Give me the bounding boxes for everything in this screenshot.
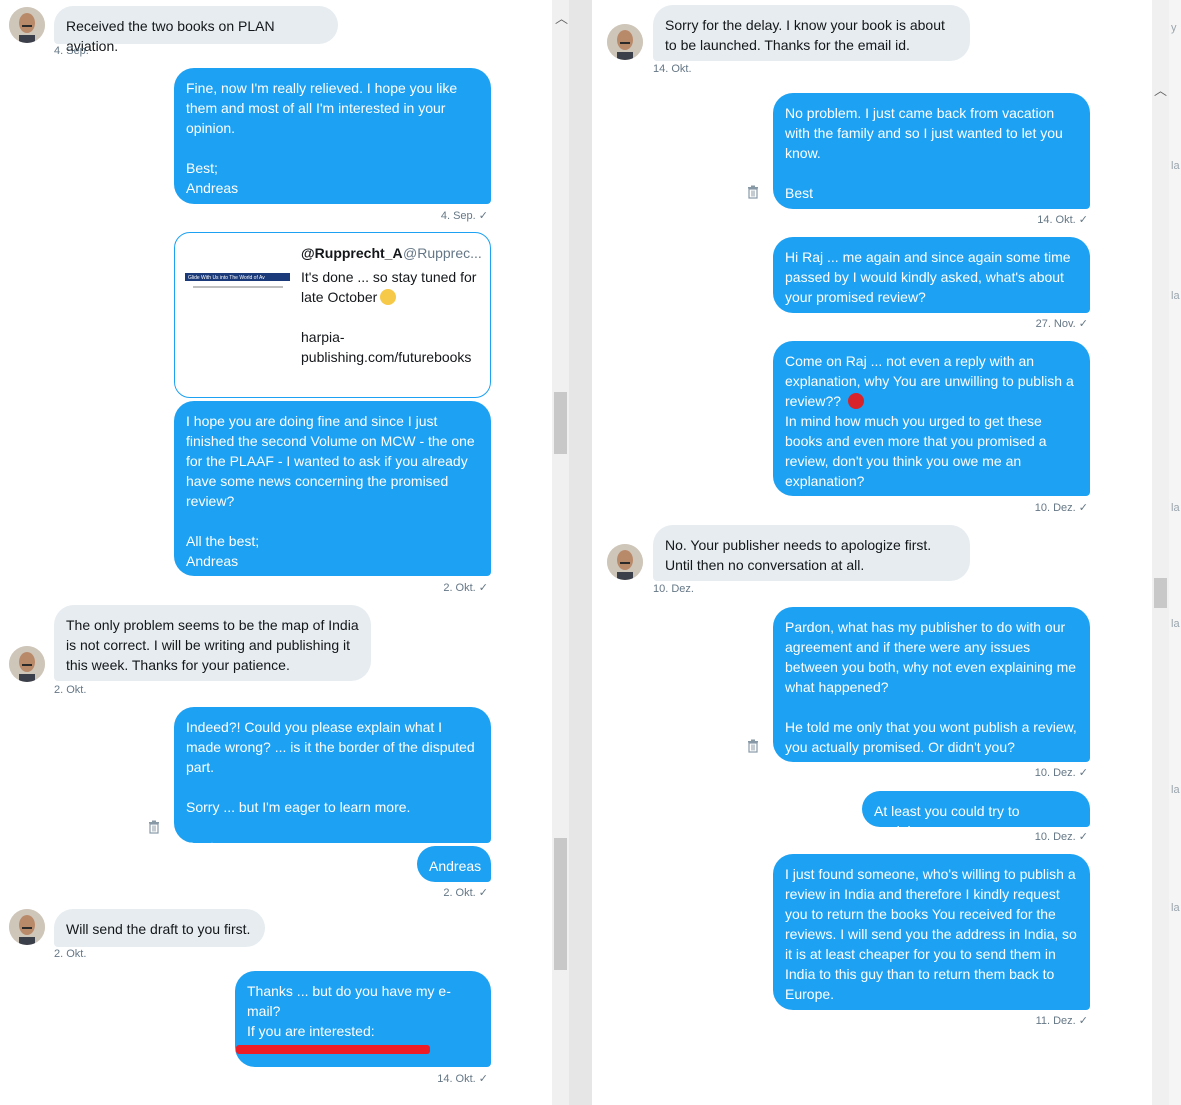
- message-text: In mind how much you urged to get these …: [785, 413, 1047, 489]
- outgoing-message: Indeed?! Could you please explain what I…: [174, 707, 491, 855]
- contact-avatar[interactable]: [9, 7, 45, 43]
- tweet-handle[interactable]: @Rupprec...: [403, 245, 482, 261]
- contact-avatar[interactable]: [9, 646, 45, 682]
- scroll-up-arrow-icon[interactable]: ︿: [1154, 80, 1167, 99]
- outgoing-message: At least you could try to explain...: [862, 791, 1090, 839]
- incoming-message: Received the two books on PLAN aviation.: [54, 6, 338, 54]
- angry-emoji: [847, 393, 864, 409]
- right-edge: ︿ y la la la la la la: [1152, 0, 1181, 1105]
- edge-text: la: [1171, 502, 1180, 514]
- message-timestamp: 14. Okt.: [653, 63, 692, 75]
- message-timestamp: 11. Dez. ✓: [1035, 1015, 1088, 1027]
- outgoing-message: Andreas: [417, 846, 491, 882]
- left-conversation-pane[interactable]: Received the two books on PLAN aviation.…: [0, 0, 552, 1105]
- pane-divider: ︿: [552, 0, 592, 1105]
- right-conversation-pane[interactable]: Sorry for the delay. I know your book is…: [592, 0, 1152, 1105]
- message-text: Come on Raj ... not even a reply with an…: [785, 353, 1074, 409]
- scrollbar-thumb[interactable]: [554, 838, 567, 970]
- incoming-message: Sorry for the delay. I know your book is…: [653, 5, 970, 61]
- message-timestamp: 10. Dez.: [653, 583, 694, 595]
- edge-text: y: [1171, 22, 1177, 34]
- left-scrollbar[interactable]: [552, 0, 569, 1105]
- edge-text: la: [1171, 902, 1180, 914]
- redaction-mark: [236, 1045, 430, 1054]
- message-timestamp: 14. Okt. ✓: [437, 1073, 488, 1085]
- edge-text: la: [1171, 618, 1180, 630]
- incoming-message: The only problem seems to be the map of …: [54, 605, 371, 681]
- incoming-message: No. Your publisher needs to apologize fi…: [653, 525, 970, 581]
- tweet-link[interactable]: harpia-publishing.com/futurebooks: [301, 329, 471, 365]
- tweet-image-thumbnail: Glide With Us into The World of Av: [185, 273, 290, 288]
- contact-avatar[interactable]: [9, 909, 45, 945]
- wink-emoji: [380, 289, 397, 305]
- delete-trash-icon[interactable]: [746, 185, 760, 199]
- message-timestamp: 10. Dez. ✓: [1034, 502, 1088, 514]
- edge-text: la: [1171, 784, 1180, 796]
- scrollbar-thumb[interactable]: [554, 392, 567, 454]
- outgoing-message: I just found someone, who's willing to p…: [773, 854, 1090, 1010]
- message-timestamp: 4. Sep. ✓: [440, 210, 488, 222]
- outgoing-message: No problem. I just came back from vacati…: [773, 93, 1090, 209]
- contact-avatar[interactable]: [607, 544, 643, 580]
- scroll-up-arrow-icon[interactable]: ︿: [555, 8, 568, 27]
- contact-avatar[interactable]: [607, 24, 643, 60]
- outgoing-message: Come on Raj ... not even a reply with an…: [773, 341, 1090, 496]
- message-timestamp: 2. Okt.: [54, 684, 87, 696]
- delete-trash-icon[interactable]: [746, 739, 760, 753]
- outgoing-message: Fine, now I'm really relieved. I hope yo…: [174, 68, 491, 204]
- message-timestamp: 4. Sep.: [54, 45, 89, 57]
- tweet-text: It's done ... so stay tuned for late Oct…: [301, 267, 481, 367]
- edge-text: la: [1171, 160, 1180, 172]
- delete-trash-icon[interactable]: [147, 820, 161, 834]
- divider-strip: [569, 0, 592, 1105]
- message-timestamp: 2. Okt.: [54, 948, 87, 960]
- right-scrollbar[interactable]: [1152, 0, 1169, 1105]
- scrollbar-thumb[interactable]: [1154, 578, 1167, 608]
- tweet-card[interactable]: Glide With Us into The World of Av @Rupp…: [174, 232, 491, 398]
- outgoing-message: Hi Raj ... me again and since again some…: [773, 237, 1090, 313]
- incoming-message: Will send the draft to you first.: [54, 909, 265, 947]
- edge-text: la: [1171, 290, 1180, 302]
- outgoing-message: I hope you are doing fine and since I ju…: [174, 401, 491, 576]
- message-timestamp: 2. Okt. ✓: [443, 582, 488, 594]
- tweet-author[interactable]: @Rupprecht_A: [301, 245, 403, 261]
- message-timestamp: 14. Okt. ✓: [1037, 214, 1088, 226]
- outgoing-message: Pardon, what has my publisher to do with…: [773, 607, 1090, 762]
- message-timestamp: 27. Nov. ✓: [1035, 318, 1088, 330]
- message-timestamp: 2. Okt. ✓: [443, 887, 488, 899]
- message-timestamp: 10. Dez. ✓: [1034, 767, 1088, 779]
- message-timestamp: 10. Dez. ✓: [1034, 831, 1088, 843]
- thumbnail-caption: Glide With Us into The World of Av: [188, 275, 265, 281]
